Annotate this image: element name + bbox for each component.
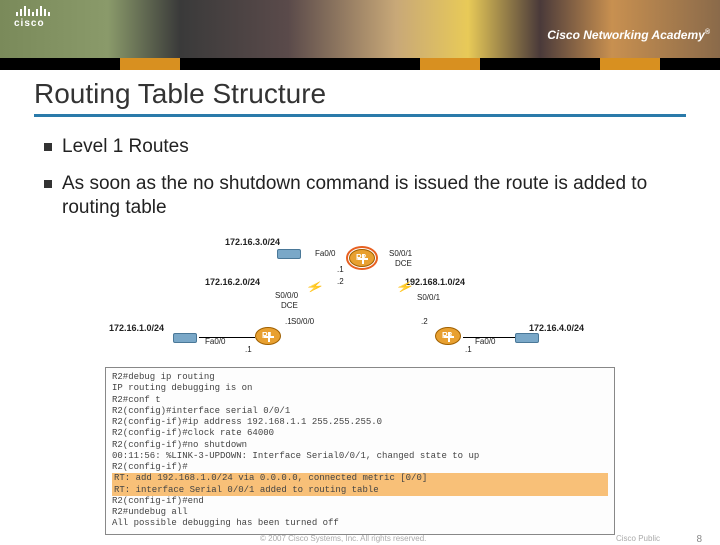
ethernet-link [199,337,255,338]
bullet-marker-icon [44,143,52,151]
router-name: R3 [442,331,452,340]
cli-line-highlight: RT: add 192.168.1.0/24 via 0.0.0.0, conn… [112,473,608,484]
slide-title: Routing Table Structure [0,70,720,110]
dce-label: DCE [395,259,412,268]
serial-link-icon: ⚡ [395,281,415,293]
bullet-1-text: Level 1 Routes [62,135,189,160]
router-name: R1 [262,331,272,340]
interface-label: S0/0/0 [275,291,298,300]
network-label: 172.16.3.0/24 [225,237,280,247]
serial-link-icon: ⚡ [305,281,325,293]
cli-line-highlight: RT: interface Serial 0/0/1 added to rout… [112,485,608,496]
network-label: 172.16.2.0/24 [205,277,260,287]
router-name: R2 [356,253,366,262]
cli-line: R2#conf t [112,395,608,406]
cli-line: All possible debugging has been turned o… [112,518,608,529]
network-label: 172.16.4.0/24 [529,323,584,333]
interface-label: S0/0/1 [389,249,412,258]
switch-icon [515,333,539,343]
cli-line: R2#debug ip routing [112,372,608,383]
cli-line: R2(config)#interface serial 0/0/1 [112,406,608,417]
header-accent-bars [0,58,720,70]
interface-label: Fa0/0 [205,337,225,346]
ip-label: .1 [245,345,252,354]
cli-line: R2(config-if)# [112,462,608,473]
footer-public: Cisco Public [616,534,660,543]
switch-icon [173,333,197,343]
interface-label: S0/0/0 [291,317,314,326]
cli-line: R2#undebug all [112,507,608,518]
bullet-marker-icon [44,180,52,188]
cisco-logo: cisco [14,6,50,29]
academy-label: Cisco Networking Academy® [547,28,710,42]
ip-label: .1 [337,265,344,274]
ethernet-link [463,337,515,338]
diagram-container: 172.16.3.0/24 Fa0/0 S0/0/1 DCE R2 .1 172… [105,237,615,535]
cli-line: IP routing debugging is on [112,383,608,394]
ip-label: .1 [465,345,472,354]
cli-line: R2(config-if)#ip address 192.168.1.1 255… [112,417,608,428]
switch-icon [277,249,301,259]
cli-line: R2(config-if)#no shutdown [112,440,608,451]
bullet-1: Level 1 Routes [0,131,720,168]
cli-line: R2(config-if)#end [112,496,608,507]
cisco-wordmark: cisco [14,18,50,29]
dce-label: DCE [281,301,298,310]
header-background: cisco Cisco Networking Academy® [0,0,720,58]
cli-line: R2(config-if)#clock rate 64000 [112,428,608,439]
network-label: 172.16.1.0/24 [109,323,164,333]
interface-label: S0/0/1 [417,293,440,302]
title-underline [34,114,686,117]
bullet-2-text: As soon as the no shutdown command is is… [62,172,676,221]
interface-label: Fa0/0 [475,337,495,346]
cisco-bars-icon [14,6,50,16]
cli-line: 00:11:56: %LINK-3-UPDOWN: Interface Seri… [112,451,608,462]
ip-label: .2 [337,277,344,286]
footer-copyright: © 2007 Cisco Systems, Inc. All rights re… [260,534,426,543]
ip-label: .2 [421,317,428,326]
interface-label: Fa0/0 [315,249,335,258]
slide-header: cisco Cisco Networking Academy® [0,0,720,70]
network-topology: 172.16.3.0/24 Fa0/0 S0/0/1 DCE R2 .1 172… [105,237,615,367]
cli-output: R2#debug ip routing IP routing debugging… [105,367,615,535]
bullet-2: As soon as the no shutdown command is is… [0,168,720,229]
